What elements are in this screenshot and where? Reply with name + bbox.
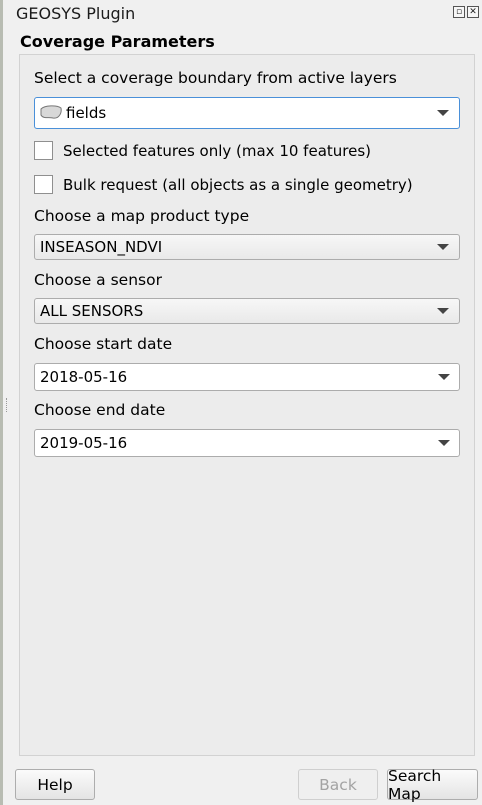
selected-only-option[interactable]: Selected features only (max 10 features)	[34, 141, 371, 160]
bulk-request-label: Bulk request (all objects as a single ge…	[63, 175, 413, 194]
chevron-down-icon	[438, 374, 450, 380]
chevron-down-icon	[437, 110, 449, 116]
back-button[interactable]: Back	[298, 769, 378, 800]
product-select[interactable]: INSEASON_NDVI	[34, 234, 460, 260]
close-icon[interactable]: ✕	[467, 6, 479, 18]
end-date-field[interactable]: 2019-05-16	[34, 429, 460, 457]
boundary-label: Select a coverage boundary from active l…	[34, 69, 397, 87]
end-date-label: Choose end date	[34, 401, 166, 419]
product-label: Choose a map product type	[34, 207, 250, 225]
end-date-value: 2019-05-16	[40, 434, 128, 452]
boundary-select[interactable]: fields	[34, 97, 460, 129]
chevron-down-icon	[437, 244, 449, 250]
boundary-value: fields	[66, 104, 107, 122]
start-date-field[interactable]: 2018-05-16	[34, 363, 460, 391]
bulk-request-checkbox[interactable]	[34, 175, 53, 194]
map-canvas-edge	[0, 0, 3, 805]
selected-only-label: Selected features only (max 10 features)	[63, 141, 372, 160]
selected-only-checkbox[interactable]	[34, 141, 53, 160]
end-date-dropdown[interactable]	[429, 430, 459, 456]
help-button[interactable]: Help	[15, 769, 95, 800]
start-date-value: 2018-05-16	[40, 368, 128, 386]
group-title: Coverage Parameters	[20, 32, 215, 51]
window-title: GEOSYS Plugin	[16, 4, 136, 23]
chevron-down-icon	[437, 308, 449, 314]
sensor-label: Choose a sensor	[34, 271, 162, 289]
search-map-button[interactable]: Search Map	[387, 767, 478, 803]
chevron-down-icon	[438, 440, 450, 446]
sensor-select[interactable]: ALL SENSORS	[34, 298, 460, 324]
polygon-layer-icon	[40, 105, 62, 119]
product-value: INSEASON_NDVI	[40, 238, 163, 256]
window-controls: ▫ ✕	[453, 6, 479, 18]
start-date-label: Choose start date	[34, 335, 173, 353]
start-date-dropdown[interactable]	[429, 364, 459, 390]
float-icon[interactable]: ▫	[453, 6, 465, 18]
sensor-value: ALL SENSORS	[40, 302, 144, 320]
resize-grip[interactable]	[6, 398, 9, 412]
bulk-request-option[interactable]: Bulk request (all objects as a single ge…	[34, 175, 413, 194]
